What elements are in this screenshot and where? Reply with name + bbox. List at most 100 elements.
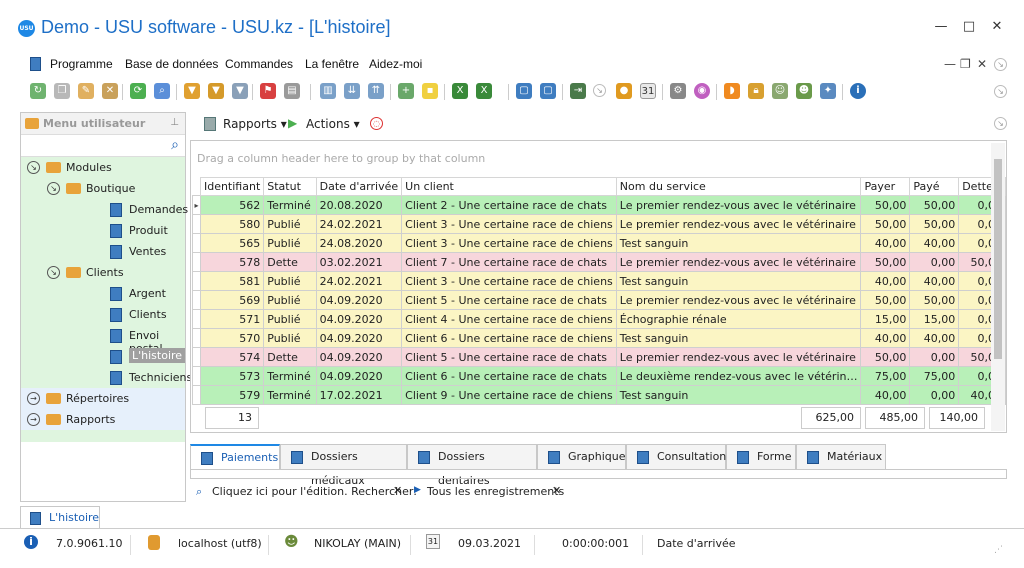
cell-client[interactable]: Client 6 - Une certaine race de chats — [401, 366, 617, 386]
tab-dossiers-medicaux[interactable]: Dossiers médicaux — [280, 444, 407, 487]
cell-payer[interactable]: 40,00 — [860, 233, 911, 253]
cell-payer[interactable]: 15,00 — [860, 309, 911, 329]
arrow-circle-icon[interactable]: ↘ — [593, 84, 606, 97]
cell-client[interactable]: Client 5 - Une certaine race de chats — [401, 290, 617, 310]
column-header[interactable]: Nom du service — [615, 177, 862, 196]
flag-icon[interactable]: ⚑ — [260, 83, 276, 99]
column-header[interactable]: Statut — [263, 177, 317, 196]
menu-window[interactable]: La fenêtre — [305, 57, 359, 71]
cell-date[interactable]: 03.02.2021 — [315, 252, 403, 272]
info-icon[interactable]: i — [850, 83, 866, 99]
tree-item-r-pertoires[interactable]: → Répertoires — [21, 388, 185, 409]
clear-filter-icon[interactable]: ✕ — [552, 484, 561, 497]
pin-location-icon[interactable]: ● — [616, 83, 632, 99]
cell-payer[interactable]: 50,00 — [860, 252, 911, 272]
cell-client[interactable]: Client 3 - Une certaine race de chiens — [401, 233, 617, 253]
cell-date[interactable]: 04.09.2020 — [315, 347, 403, 367]
column-header[interactable]: Payer — [860, 177, 911, 196]
tree-item-l-histoire[interactable]: L'histoire — [21, 346, 186, 367]
cell-status[interactable]: Publié — [263, 328, 317, 348]
cell-service[interactable]: Échographie rénale — [615, 309, 862, 329]
tab-forme[interactable]: Forme — [726, 444, 796, 470]
cell-date[interactable]: 17.02.2021 — [315, 385, 403, 405]
scrollbar-thumb[interactable] — [994, 159, 1002, 359]
cell-service[interactable]: Test sanguin — [615, 271, 862, 291]
table-row[interactable]: 581 Publié 24.02.2021 Client 3 - Une certai… — [192, 271, 1006, 291]
magic-wand-icon[interactable]: ✦ — [820, 83, 836, 99]
cell-client[interactable]: Client 5 - Une certaine race de chats — [401, 347, 617, 367]
cell-date[interactable]: 04.09.2020 — [315, 366, 403, 386]
cell-service[interactable]: Le premier rendez-vous avec le vétérinai… — [615, 195, 862, 215]
cell-status[interactable]: Publié — [263, 214, 317, 234]
popout-icon[interactable]: ▢ — [540, 83, 556, 99]
cell-status[interactable]: Publié — [263, 233, 317, 253]
cell-service[interactable]: Le premier rendez-vous avec le vétérinai… — [615, 347, 862, 367]
cell-id[interactable]: 579 — [199, 385, 265, 405]
cell-paye[interactable]: 75,00 — [909, 366, 960, 386]
cell-service[interactable]: Test sanguin — [615, 233, 862, 253]
edit-icon[interactable]: ✎ — [78, 83, 94, 99]
tree-item-demandes[interactable]: Demandes — [21, 199, 188, 220]
column-header[interactable]: Identifiant — [199, 177, 265, 196]
window-tab-history[interactable]: L'histoire — [20, 506, 100, 528]
tab-dossiers-dentaires[interactable]: Dossiers dentaires — [407, 444, 537, 487]
expand-icon[interactable]: → — [27, 392, 40, 405]
excel-export-icon[interactable]: X — [476, 83, 492, 99]
columns-icon[interactable]: ▥ — [320, 83, 336, 99]
cell-client[interactable]: Client 2 - Une certaine race de chats — [401, 195, 617, 215]
clear-search-icon[interactable]: ✕ — [393, 484, 402, 497]
cell-id[interactable]: 571 — [199, 309, 265, 329]
tree-item-rapports[interactable]: → Rapports — [21, 409, 185, 430]
collapse-icon[interactable]: ↘ — [47, 266, 60, 279]
filter-add-icon[interactable]: ▼ — [208, 83, 224, 99]
lock-icon[interactable]: 🔒︎ — [748, 83, 764, 99]
tree-item-modules[interactable]: ↘ Modules — [21, 157, 185, 178]
cell-status[interactable]: Dette — [263, 347, 317, 367]
cell-paye[interactable]: 0,00 — [909, 385, 960, 405]
excel-import-icon[interactable]: X — [452, 83, 468, 99]
cell-status[interactable]: Dette — [263, 252, 317, 272]
cell-status[interactable]: Publié — [263, 309, 317, 329]
minimize-button[interactable]: — — [932, 18, 950, 36]
cell-paye[interactable]: 15,00 — [909, 309, 960, 329]
cell-id[interactable]: 580 — [199, 214, 265, 234]
all-records-filter[interactable]: Tous les enregistrements — [427, 485, 564, 498]
cell-service[interactable]: Test sanguin — [615, 328, 862, 348]
tree-item-argent[interactable]: Argent — [21, 283, 185, 304]
sync-icon[interactable]: ⟳ — [130, 83, 146, 99]
tree-item-boutique[interactable]: ↘ Boutique — [21, 178, 185, 199]
cell-paye[interactable]: 50,00 — [909, 290, 960, 310]
table-row[interactable]: 571 Publié 04.09.2020 Client 4 - Une certai… — [192, 309, 1006, 329]
collapse-arrow-icon[interactable]: ↘ — [994, 58, 1007, 71]
cell-id[interactable]: 574 — [199, 347, 265, 367]
menu-programme[interactable]: Programme — [50, 57, 113, 71]
cell-id[interactable]: 570 — [199, 328, 265, 348]
table-row[interactable]: 574 Dette 04.09.2020 Client 5 - Une certain… — [192, 347, 1006, 367]
tree-item-ventes[interactable]: Ventes — [21, 241, 185, 262]
menu-search[interactable]: ⌕ — [21, 135, 185, 157]
cell-payer[interactable]: 50,00 — [860, 290, 911, 310]
column-header[interactable]: Un client — [401, 177, 617, 196]
cell-client[interactable]: Client 4 - Une certaine race de chiens — [401, 309, 617, 329]
cell-id[interactable]: 578 — [199, 252, 265, 272]
expand-icon[interactable]: → — [27, 413, 40, 426]
cell-status[interactable]: Terminé — [263, 195, 317, 215]
tab-materiaux[interactable]: Matériaux — [796, 444, 886, 470]
mdi-minimize-icon[interactable]: — — [944, 57, 956, 71]
exit-icon[interactable]: ⇥ — [570, 83, 586, 99]
cell-date[interactable]: 04.09.2020 — [315, 328, 403, 348]
cell-client[interactable]: Client 6 - Une certaine race de chiens — [401, 328, 617, 348]
table-row[interactable]: 565 Publié 24.08.2020 Client 3 - Une certai… — [192, 233, 1006, 253]
cell-client[interactable]: Client 7 - Une certaine race de chats — [401, 252, 617, 272]
close-button[interactable]: ✕ — [988, 18, 1006, 36]
image-icon[interactable]: ▤ — [284, 83, 300, 99]
cell-date[interactable]: 24.02.2021 — [315, 214, 403, 234]
table-row[interactable]: 578 Dette 03.02.2021 Client 7 - Une certain… — [192, 252, 1006, 272]
cell-service[interactable]: Le premier rendez-vous avec le vétérinai… — [615, 214, 862, 234]
cell-client[interactable]: Client 9 - Une certaine race de chiens — [401, 385, 617, 405]
cell-payer[interactable]: 50,00 — [860, 214, 911, 234]
collapse-icon[interactable]: ↘ — [47, 182, 60, 195]
rss-icon[interactable]: ◗ — [724, 83, 740, 99]
cell-id[interactable]: 565 — [199, 233, 265, 253]
user-key-icon[interactable]: ☺ — [772, 83, 788, 99]
